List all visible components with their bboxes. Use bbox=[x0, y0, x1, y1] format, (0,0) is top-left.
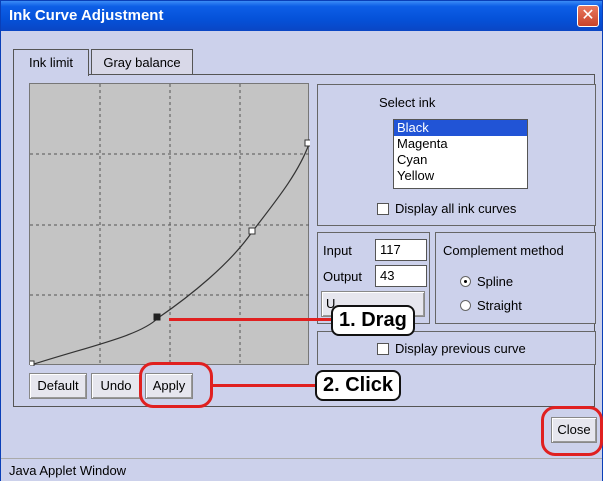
output-field[interactable]: 43 bbox=[375, 265, 427, 287]
ink-curve-graph[interactable] bbox=[29, 83, 310, 366]
curve-point-selected bbox=[153, 313, 161, 321]
curve-point-mid bbox=[248, 227, 256, 235]
tab-ink-limit[interactable]: Ink limit bbox=[13, 49, 89, 76]
display-previous-checkbox[interactable] bbox=[377, 343, 389, 355]
apply-highlight-ring bbox=[139, 362, 213, 408]
curve-point-start bbox=[30, 360, 35, 366]
ink-listbox[interactable]: Black Magenta Cyan Yellow bbox=[393, 119, 528, 189]
straight-radio[interactable] bbox=[460, 300, 471, 311]
display-all-label: Display all ink curves bbox=[395, 201, 517, 216]
ink-option-cyan[interactable]: Cyan bbox=[394, 152, 527, 168]
status-bar: Java Applet Window bbox=[1, 458, 602, 481]
close-window-icon[interactable]: ✕ bbox=[577, 5, 599, 27]
window-title: Ink Curve Adjustment bbox=[9, 7, 164, 24]
ink-option-yellow[interactable]: Yellow bbox=[394, 168, 527, 184]
select-ink-heading: Select ink bbox=[379, 95, 436, 110]
curve-point-end bbox=[304, 139, 310, 147]
output-label: Output bbox=[323, 269, 363, 284]
curve-canvas[interactable] bbox=[30, 84, 310, 366]
tab-gray-balance[interactable]: Gray balance bbox=[91, 49, 193, 75]
straight-label: Straight bbox=[477, 298, 522, 313]
ink-curve-window: Ink Curve Adjustment ✕ Ink limit Gray ba… bbox=[0, 0, 603, 481]
click-callout: 2. Click bbox=[315, 370, 402, 401]
display-previous-label: Display previous curve bbox=[395, 341, 526, 356]
input-field[interactable]: 117 bbox=[375, 239, 427, 261]
undo-button[interactable]: Undo bbox=[91, 373, 141, 399]
click-callout-line bbox=[211, 384, 317, 387]
ink-option-black[interactable]: Black bbox=[394, 120, 527, 136]
drag-callout: 1. Drag bbox=[331, 305, 415, 336]
close-highlight-ring bbox=[541, 406, 603, 456]
ink-option-magenta[interactable]: Magenta bbox=[394, 136, 527, 152]
display-all-checkbox[interactable] bbox=[377, 203, 389, 215]
drag-callout-line bbox=[169, 318, 335, 321]
complement-method-heading: Complement method bbox=[443, 243, 564, 258]
default-button[interactable]: Default bbox=[29, 373, 87, 399]
grid-lines bbox=[30, 84, 310, 366]
spline-label: Spline bbox=[477, 274, 514, 289]
input-label: Input bbox=[323, 243, 352, 258]
spline-radio[interactable] bbox=[460, 276, 471, 287]
title-bar: Ink Curve Adjustment ✕ bbox=[1, 1, 602, 31]
